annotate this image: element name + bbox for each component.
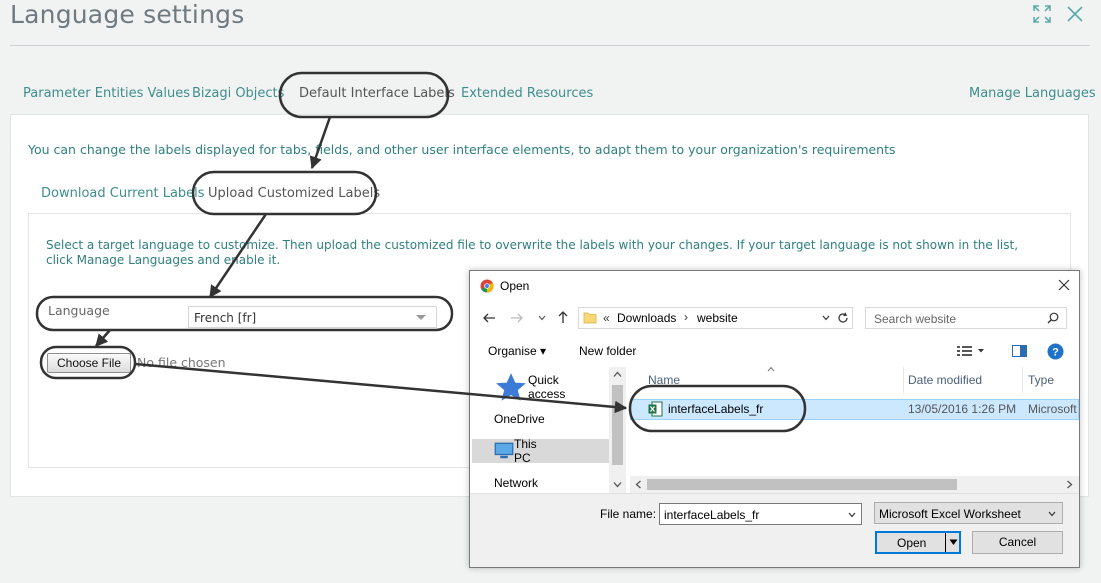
page-title: Language settings	[10, 0, 245, 29]
nav-scrollbar[interactable]	[609, 367, 626, 493]
manage-languages-link[interactable]: Manage Languages	[969, 86, 1096, 101]
subtab-upload-customized-labels[interactable]: Upload Customized Labels	[208, 186, 380, 201]
file-name-input-value: interfaceLabels_fr	[664, 508, 760, 522]
path-website[interactable]: website	[697, 311, 738, 325]
dialog-title: Open	[500, 279, 530, 293]
open-options-icon[interactable]	[949, 539, 958, 546]
cancel-button[interactable]: Cancel	[972, 531, 1063, 554]
column-divider[interactable]	[1022, 367, 1023, 393]
scroll-down-icon[interactable]	[613, 480, 622, 489]
path-separator: ›	[684, 310, 688, 324]
tab-extended-resources[interactable]: Extended Resources	[461, 86, 593, 101]
dialog-titlebar	[470, 271, 1079, 301]
column-type[interactable]: Type	[1028, 373, 1054, 387]
tab-bizagi-objects[interactable]: Bizagi Objects	[192, 86, 284, 101]
subtab-download-current-labels[interactable]: Download Current Labels	[41, 186, 205, 201]
choose-file-button[interactable]: Choose File	[47, 353, 131, 373]
language-select[interactable]: French [fr]	[188, 306, 437, 328]
column-date-modified[interactable]: Date modified	[908, 373, 982, 387]
language-label: Language	[48, 303, 110, 318]
nav-network[interactable]: Network	[494, 472, 538, 494]
open-button[interactable]: Open	[875, 531, 961, 554]
star-icon	[496, 373, 526, 401]
chrome-icon	[480, 279, 494, 293]
tab-parameter-entities-values[interactable]: Parameter Entities Values	[23, 86, 190, 101]
file-type-cell: Microsoft	[1028, 402, 1077, 416]
search-icon	[1047, 312, 1059, 324]
computer-icon	[494, 442, 514, 459]
column-divider[interactable]	[903, 367, 904, 393]
file-type-select[interactable]: Microsoft Excel Worksheet	[874, 502, 1063, 524]
scroll-up-icon[interactable]	[613, 370, 622, 379]
recent-locations-chevron-icon[interactable]	[538, 314, 546, 322]
new-folder-button[interactable]: New folder	[579, 344, 636, 358]
refresh-icon[interactable]	[837, 312, 849, 324]
column-name[interactable]: Name	[648, 373, 680, 387]
file-name-cell: interfaceLabels_fr	[668, 402, 764, 416]
open-button-divider	[945, 533, 946, 552]
nav-quick-access-label: Quick access	[528, 373, 566, 401]
nav-network-label: Network	[494, 476, 539, 490]
address-dropdown-icon[interactable]	[822, 314, 830, 322]
nav-onedrive[interactable]: OneDrive	[494, 408, 545, 430]
language-select-value: French [fr]	[194, 311, 257, 325]
close-icon[interactable]	[1066, 5, 1084, 23]
nav-quick-access[interactable]: Quick access	[494, 373, 566, 401]
scroll-left-icon[interactable]	[634, 480, 643, 489]
intro-text: You can change the labels displayed for …	[28, 142, 896, 157]
path-overflow[interactable]: «	[603, 311, 610, 325]
chevron-down-icon	[416, 315, 426, 320]
nav-selection-highlight	[472, 439, 609, 463]
file-list-scrollbar-thumb[interactable]	[647, 479, 957, 490]
nav-onedrive-label: OneDrive	[494, 412, 545, 426]
nav-this-pc-label: This PC	[514, 437, 537, 465]
file-name-label: File name:	[600, 507, 657, 521]
file-type-select-value: Microsoft Excel Worksheet	[879, 507, 1021, 521]
svg-text:?: ?	[1052, 347, 1059, 359]
forward-arrow-icon[interactable]	[510, 311, 524, 325]
chevron-down-icon[interactable]	[848, 511, 856, 519]
title-divider	[10, 45, 1090, 46]
upload-instructions: Select a target language to customize. T…	[46, 238, 1019, 267]
file-name-input[interactable]: interfaceLabels_fr	[659, 503, 862, 525]
chevron-down-icon	[1048, 511, 1056, 517]
path-downloads[interactable]: Downloads	[617, 311, 676, 325]
search-input[interactable]: Search website	[865, 307, 1067, 329]
expand-icon[interactable]	[1033, 5, 1051, 23]
preview-pane-icon[interactable]	[1012, 345, 1027, 357]
organise-menu[interactable]: Organise ▾	[488, 344, 546, 358]
back-arrow-icon[interactable]	[482, 311, 496, 325]
excel-file-icon	[648, 401, 663, 417]
dialog-close-icon[interactable]	[1057, 278, 1071, 292]
nav-scrollbar-thumb[interactable]	[612, 385, 623, 465]
up-arrow-icon[interactable]	[556, 310, 570, 324]
no-file-text: No file chosen	[137, 355, 226, 370]
nav-this-pc[interactable]: This PC	[494, 437, 537, 465]
open-dialog: Open « Downloads › website Search websit…	[469, 270, 1080, 568]
open-button-label: Open	[897, 536, 927, 550]
view-options-icon[interactable]	[957, 345, 987, 357]
tab-default-interface-labels[interactable]: Default Interface Labels	[299, 86, 455, 101]
address-bar[interactable]: « Downloads › website	[578, 307, 853, 329]
sort-ascending-icon	[767, 366, 775, 372]
help-icon[interactable]: ?	[1047, 343, 1064, 360]
folder-icon	[583, 312, 597, 324]
file-date-cell: 13/05/2016 1:26 PM	[908, 402, 1017, 416]
scroll-right-icon[interactable]	[1065, 480, 1074, 489]
file-list-scrollbar[interactable]	[630, 476, 1079, 493]
